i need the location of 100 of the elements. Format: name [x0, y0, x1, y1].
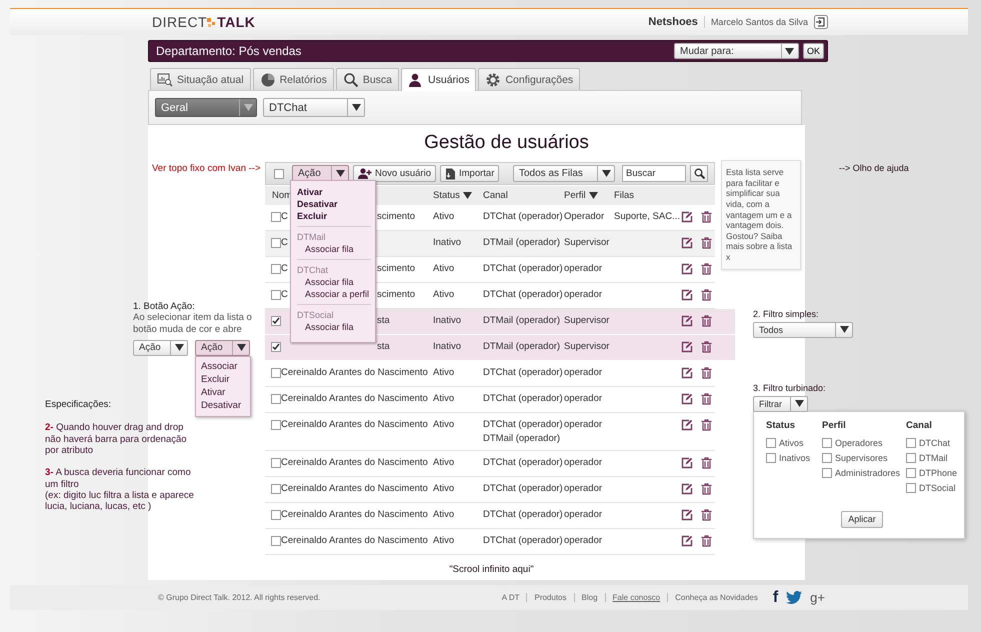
- table-row[interactable]: Cereinaldo Arantes do Nascimento Ativo DTChat (operador)operador: [265, 529, 715, 555]
- checkbox[interactable]: [822, 468, 832, 478]
- menu-item[interactable]: Ativar: [201, 386, 250, 398]
- action-select[interactable]: Ação: [133, 340, 188, 356]
- filter-select[interactable]: DTChat: [263, 98, 365, 117]
- edit-icon[interactable]: [681, 367, 693, 379]
- menu-item[interactable]: Ativar: [297, 186, 371, 198]
- checkbox[interactable]: [271, 342, 281, 352]
- trash-icon[interactable]: [701, 237, 712, 249]
- filter-option[interactable]: Ativos: [766, 438, 822, 448]
- checkbox[interactable]: [271, 238, 281, 248]
- edit-icon[interactable]: [681, 457, 693, 469]
- search-button[interactable]: [690, 165, 708, 182]
- column-header[interactable]: Status: [433, 190, 483, 201]
- checkbox[interactable]: [271, 420, 281, 430]
- filter-option[interactable]: Supervisores: [822, 452, 906, 463]
- menu-item[interactable]: Excluir: [297, 210, 371, 222]
- table-row[interactable]: Cereinaldo Arantes do Nascimento Ativo DTChat (operador)operador: [265, 361, 715, 387]
- checkbox[interactable]: [274, 168, 284, 178]
- edit-icon[interactable]: [681, 509, 693, 521]
- checkbox[interactable]: [906, 438, 916, 448]
- edit-icon[interactable]: [681, 341, 693, 353]
- checkbox[interactable]: [822, 452, 832, 463]
- trash-icon[interactable]: [701, 289, 712, 301]
- menu-item[interactable]: Excluir: [201, 374, 250, 385]
- trash-icon[interactable]: [701, 315, 712, 327]
- search-field[interactable]: Buscar: [622, 165, 686, 182]
- table-row[interactable]: Cereinaldo Arantes do Nascimento Ativo DTChat (operador)operador: [265, 477, 715, 503]
- footer-link[interactable]: Conheça as Novidades: [667, 593, 765, 602]
- trash-icon[interactable]: [701, 263, 712, 275]
- logout-icon[interactable]: [814, 15, 828, 29]
- edit-icon[interactable]: [681, 535, 693, 547]
- edit-icon[interactable]: [681, 211, 693, 223]
- filter-option[interactable]: DTPhone: [906, 468, 958, 478]
- footer-link[interactable]: Produtos: [526, 593, 574, 602]
- checkbox[interactable]: [822, 438, 832, 448]
- filter-select[interactable]: Todos: [753, 322, 853, 338]
- checkbox[interactable]: [271, 510, 281, 520]
- tab[interactable]: Busca: [336, 68, 400, 90]
- filter-select[interactable]: Geral: [155, 98, 257, 117]
- filter-option[interactable]: Operadores: [822, 438, 906, 448]
- tab[interactable]: Usuários: [401, 68, 476, 91]
- table-row[interactable]: sta Inativo DTMail (operador) Supervisor: [265, 335, 735, 361]
- footer-link[interactable]: A DT: [494, 593, 526, 602]
- import-button[interactable]: Importar: [440, 165, 500, 182]
- menu-item[interactable]: Associar fila: [297, 243, 371, 255]
- menu-item[interactable]: Associar a perfil: [297, 288, 371, 300]
- bird-icon[interactable]: [786, 591, 802, 604]
- edit-icon[interactable]: [681, 393, 693, 405]
- action-select[interactable]: Ação: [195, 340, 250, 356]
- edit-icon[interactable]: [681, 419, 693, 431]
- trash-icon[interactable]: [701, 211, 712, 223]
- checkbox[interactable]: [906, 452, 916, 463]
- table-row[interactable]: Cereinaldo Arantes do Nascimento Ativo DTChat (operador)operador: [265, 387, 715, 413]
- filter-option[interactable]: DTSocial: [906, 482, 958, 493]
- checkbox[interactable]: [271, 316, 281, 326]
- trash-icon[interactable]: [701, 393, 712, 405]
- checkbox[interactable]: [271, 368, 281, 378]
- tab[interactable]: Situação atual: [150, 68, 251, 90]
- trash-icon[interactable]: [701, 535, 712, 547]
- social-link[interactable]: g+: [810, 590, 825, 605]
- filter-option[interactable]: DTMail: [906, 452, 958, 463]
- checkbox[interactable]: [271, 394, 281, 404]
- table-row[interactable]: Cereinaldo Arantes do Nascimento Ativo DTChat (operador)operador: [265, 503, 715, 529]
- checkbox[interactable]: [271, 264, 281, 274]
- edit-icon[interactable]: [681, 315, 693, 327]
- edit-icon[interactable]: [681, 289, 693, 301]
- footer-link[interactable]: Blog: [574, 593, 605, 602]
- checkbox[interactable]: [271, 458, 281, 468]
- footer-link[interactable]: Fale conosco: [604, 593, 668, 602]
- checkbox[interactable]: [906, 482, 916, 493]
- ok-button[interactable]: OK: [802, 43, 824, 59]
- menu-item[interactable]: Associar: [201, 360, 250, 372]
- checkbox[interactable]: [271, 484, 281, 494]
- menu-item[interactable]: Associar fila: [297, 321, 371, 333]
- table-row[interactable]: Cereinaldo Arantes do Nascimento Ativo DTChat (operador)operador: [265, 451, 715, 477]
- trash-icon[interactable]: [701, 419, 712, 431]
- checkbox[interactable]: [271, 536, 281, 546]
- trash-icon[interactable]: [701, 367, 712, 379]
- department-select[interactable]: Mudar para:: [674, 43, 799, 59]
- checkbox[interactable]: [766, 438, 776, 448]
- new-user-button[interactable]: Novo usuário: [353, 165, 436, 182]
- trash-icon[interactable]: [701, 341, 712, 353]
- checkbox[interactable]: [271, 290, 281, 300]
- filter-option[interactable]: Inativos: [766, 452, 822, 463]
- table-row[interactable]: Cereinaldo Arantes do Nascimento Ativo DTChat (operador) DTMail (operador) operador: [265, 413, 715, 451]
- edit-icon[interactable]: [681, 237, 693, 249]
- tab[interactable]: Relatórios: [252, 68, 334, 90]
- social-link[interactable]: f: [772, 588, 778, 606]
- queue-select[interactable]: Todos as Filas: [513, 165, 615, 182]
- trash-icon[interactable]: [701, 457, 712, 469]
- checkbox[interactable]: [906, 468, 916, 478]
- filter-button[interactable]: Filtrar: [753, 396, 808, 412]
- filter-option[interactable]: DTChat: [906, 438, 958, 448]
- column-header[interactable]: Perfil: [564, 190, 614, 201]
- edit-icon[interactable]: [681, 483, 693, 495]
- filter-option[interactable]: Administradores: [822, 468, 906, 478]
- checkbox[interactable]: [271, 212, 281, 222]
- trash-icon[interactable]: [701, 483, 712, 495]
- checkbox[interactable]: [766, 452, 776, 463]
